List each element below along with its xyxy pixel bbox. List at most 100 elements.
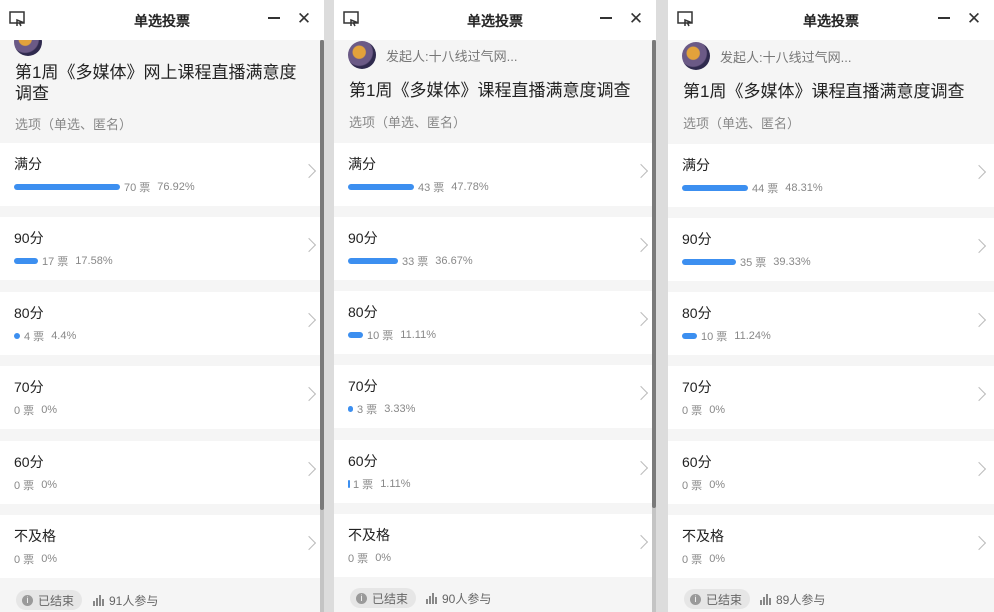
chevron-right-icon (301, 163, 317, 179)
option-row[interactable]: 60分 1 票 1.11% (334, 440, 656, 503)
chevron-right-icon (301, 312, 317, 328)
poll-window-2: 单选投票 ✕ 发起人:十八线过气网... 第1周《多媒体》课程直播满意度调查 选… (334, 0, 656, 612)
option-row[interactable]: 70分 3 票 3.33% (334, 365, 656, 428)
vote-percent: 1.11% (380, 478, 411, 490)
option-label: 80分 (682, 305, 712, 321)
option-label: 90分 (14, 230, 44, 246)
option-label: 90分 (682, 231, 712, 247)
chevron-right-icon (971, 535, 987, 551)
title-bar[interactable]: 单选投票 ✕ (0, 0, 324, 40)
poll-window-3: 单选投票 ✕ 发起人:十八线过气网... 第1周《多媒体》课程直播满意度调查 选… (668, 0, 994, 612)
option-row[interactable]: 满分 44 票 48.31% (668, 144, 994, 207)
minimize-icon[interactable] (938, 17, 950, 19)
chevron-right-icon (633, 534, 649, 550)
window-title: 单选投票 (803, 13, 859, 29)
window-title: 单选投票 (134, 13, 190, 29)
chevron-right-icon (971, 461, 987, 477)
chevron-right-icon (633, 163, 649, 179)
scrollbar-thumb[interactable] (652, 40, 656, 508)
participants-label: 89人参与 (776, 593, 826, 607)
vote-count: 0 票 (14, 405, 35, 417)
option-row[interactable]: 80分 10 票 11.24% (668, 292, 994, 355)
info-icon: i (22, 594, 33, 606)
option-row[interactable]: 80分 10 票 11.11% (334, 291, 656, 354)
vote-count: 70 票 (124, 182, 151, 194)
option-row[interactable]: 90分 33 票 36.67% (334, 217, 656, 280)
chevron-right-icon (301, 237, 317, 253)
vote-bar (14, 184, 120, 190)
option-row[interactable]: 70分 0 票 0% (668, 366, 994, 429)
initiator-label: 发起人:十八线过气网... (386, 49, 518, 64)
vote-percent: 11.24% (734, 330, 771, 342)
option-row[interactable]: 70分 0 票 0% (0, 366, 324, 429)
title-bar[interactable]: 单选投票 ✕ (334, 0, 656, 40)
option-label: 90分 (348, 230, 378, 246)
vote-percent: 76.92% (157, 181, 195, 193)
option-row[interactable]: 不及格 0 票 0% (0, 515, 324, 578)
vote-bar (348, 258, 398, 264)
scrollbar[interactable] (320, 40, 324, 612)
option-row[interactable]: 90分 35 票 39.33% (668, 218, 994, 281)
poll-header: 发起人:十八线过气网... 第1周《多媒体》课程直播满意度调查 选项（单选、匿名… (334, 40, 656, 142)
option-row[interactable]: 80分 4 票 4.4% (0, 292, 324, 355)
avatar (348, 41, 376, 69)
option-row[interactable]: 不及格 0 票 0% (668, 515, 994, 578)
participants-label: 90人参与 (442, 592, 492, 606)
poll-footer: i 已结束 89人参与 (668, 581, 994, 612)
option-row[interactable]: 60分 0 票 0% (668, 441, 994, 504)
vote-bar (348, 184, 414, 190)
status-badge: i 已结束 (684, 589, 751, 609)
vote-bar (348, 332, 363, 338)
option-label: 60分 (14, 454, 44, 470)
status-label: 已结束 (38, 593, 75, 608)
chevron-right-icon (301, 386, 317, 402)
option-label: 满分 (348, 156, 376, 172)
close-icon[interactable]: ✕ (296, 9, 312, 29)
chevron-right-icon (301, 461, 317, 477)
vote-count: 10 票 (701, 331, 728, 343)
vote-count: 33 票 (402, 256, 429, 268)
status-badge: i 已结束 (350, 588, 417, 608)
status-label: 已结束 (706, 592, 743, 607)
option-row[interactable]: 满分 70 票 76.92% (0, 143, 324, 206)
option-row[interactable]: 不及格 0 票 0% (334, 514, 656, 577)
vote-percent: 0% (709, 404, 726, 416)
minimize-icon[interactable] (268, 17, 280, 19)
status-badge: i 已结束 (16, 590, 83, 610)
option-label: 70分 (682, 379, 712, 395)
vote-percent: 36.67% (435, 255, 473, 267)
vote-percent: 48.31% (785, 182, 823, 194)
scrollbar-thumb[interactable] (320, 40, 324, 510)
poll-meta: 选项（单选、匿名） (349, 115, 467, 130)
vote-percent: 0% (41, 479, 58, 491)
minimize-icon[interactable] (600, 17, 612, 19)
option-label: 不及格 (14, 528, 56, 544)
vote-percent: 3.33% (384, 403, 416, 415)
vote-count: 44 票 (752, 183, 779, 195)
poll-header: 第1周《多媒体》网上课程直播满意度调查 选项（单选、匿名） (0, 28, 324, 142)
vote-percent: 4.4% (51, 330, 77, 342)
bar-chart-icon (760, 594, 772, 605)
close-icon[interactable]: ✕ (628, 9, 644, 29)
vote-percent: 0% (41, 553, 58, 565)
participants-count[interactable]: 91人参与 (93, 592, 158, 609)
participants-count[interactable]: 89人参与 (760, 591, 825, 608)
vote-bar (348, 406, 353, 412)
option-row[interactable]: 满分 43 票 47.78% (334, 143, 656, 206)
option-label: 70分 (348, 378, 378, 394)
option-row[interactable]: 60分 0 票 0% (0, 441, 324, 504)
vote-count: 3 票 (357, 404, 378, 416)
vote-percent: 11.11% (400, 329, 436, 341)
option-label: 60分 (348, 453, 378, 469)
chevron-right-icon (971, 164, 987, 180)
poll-content: 发起人:十八线过气网... 第1周《多媒体》课程直播满意度调查 选项（单选、匿名… (668, 40, 994, 612)
title-bar[interactable]: 单选投票 ✕ (668, 0, 994, 40)
close-icon[interactable]: ✕ (966, 9, 982, 29)
chevron-right-icon (633, 237, 649, 253)
vote-bar (682, 333, 697, 339)
bar-chart-icon (426, 593, 438, 604)
option-row[interactable]: 90分 17 票 17.58% (0, 217, 324, 280)
vote-bar (14, 258, 38, 264)
participants-count[interactable]: 90人参与 (426, 590, 491, 607)
scrollbar[interactable] (652, 40, 656, 612)
